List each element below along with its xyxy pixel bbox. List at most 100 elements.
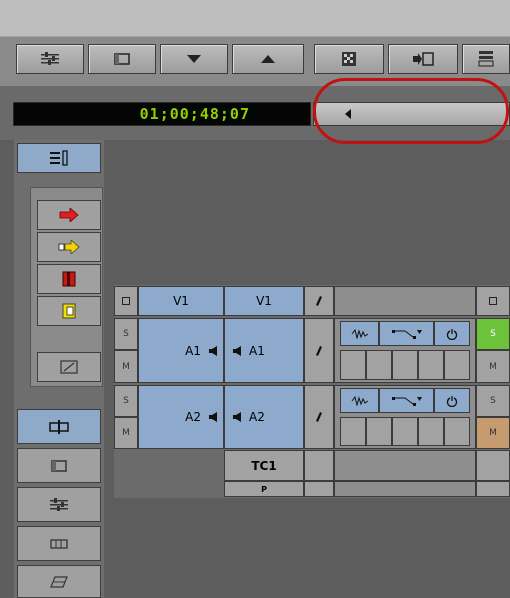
move-up-button[interactable]	[232, 44, 304, 74]
a2-pencil[interactable]	[304, 385, 334, 449]
a1-slot-2[interactable]	[366, 350, 392, 380]
a1-slot-3[interactable]	[392, 350, 418, 380]
monitor-button[interactable]	[88, 44, 156, 74]
a1-pencil[interactable]	[304, 318, 334, 383]
timecode-display[interactable]: 01;00;48;07	[13, 102, 311, 126]
segment-mode-button[interactable]	[37, 352, 101, 382]
a1-solo-right[interactable]: S	[476, 318, 510, 350]
a2-power-button[interactable]	[434, 388, 470, 413]
square-icon	[122, 297, 130, 305]
a1-source-track[interactable]: A1	[138, 318, 224, 383]
panel-toggle-icon	[50, 150, 68, 166]
filmstrip-button[interactable]	[17, 526, 101, 561]
triangle-down-icon	[187, 55, 201, 63]
yellow-arrow-icon	[58, 240, 80, 254]
pencil-icon	[316, 345, 322, 356]
insert-clip-button[interactable]	[388, 44, 458, 74]
v1-pencil[interactable]	[304, 286, 334, 316]
highlight-annotation	[313, 78, 509, 144]
a2-slot-4[interactable]	[418, 417, 444, 446]
a2-waveform-button[interactable]	[340, 388, 379, 413]
filmstrip-icon	[50, 538, 68, 549]
stack-button[interactable]	[462, 44, 510, 74]
layers-icon	[50, 575, 68, 588]
p-track-area	[334, 481, 476, 497]
a1-volume-automation-button[interactable]	[379, 321, 434, 346]
power-icon	[446, 328, 458, 340]
v1-track-area	[334, 286, 476, 316]
triangle-up-icon	[261, 55, 275, 63]
tc1-right-slot	[476, 450, 510, 481]
move-down-button[interactable]	[160, 44, 228, 74]
tc1-pencil-slot	[304, 450, 334, 481]
extract-button[interactable]	[37, 296, 101, 326]
a1-record-label: A1	[249, 343, 265, 358]
p-right-slot	[476, 481, 510, 497]
segment-icon	[60, 360, 78, 374]
audio-tool-button[interactable]	[17, 487, 101, 522]
stack-icon	[478, 51, 494, 67]
link-selection-icon	[49, 419, 69, 434]
tc1-track-area	[334, 450, 476, 481]
a2-solo-left[interactable]: S	[114, 385, 138, 417]
monitor-icon	[114, 53, 130, 65]
a1-record-track[interactable]: A1	[224, 318, 304, 383]
tc1-track[interactable]: TC1	[224, 450, 304, 481]
v1-monitor-box[interactable]	[476, 286, 510, 316]
monitor-view-button[interactable]	[17, 448, 101, 483]
p-track[interactable]: P	[224, 481, 304, 497]
a1-slot-1[interactable]	[340, 350, 366, 380]
arrow-into-box-icon	[413, 52, 434, 66]
a2-record-label: A2	[249, 410, 265, 424]
splice-in-button[interactable]	[37, 200, 101, 230]
a2-slot-3[interactable]	[392, 417, 418, 446]
power-icon	[446, 395, 458, 407]
a1-mute-right[interactable]: M	[476, 350, 510, 383]
square-icon	[489, 297, 497, 305]
render-button[interactable]	[314, 44, 384, 74]
pencil-icon	[316, 296, 322, 306]
speaker-icon	[209, 412, 217, 422]
timeline-window: 01;00;48;07 V1 V1 S M A1 A1 S M S M A2 A…	[0, 0, 510, 598]
a1-power-button[interactable]	[434, 321, 470, 346]
v1-record-track[interactable]: V1	[224, 286, 304, 316]
a2-source-track[interactable]: A2	[138, 385, 224, 449]
track-settings-button[interactable]	[16, 44, 84, 74]
a2-slot-1[interactable]	[340, 417, 366, 446]
a1-mute-left[interactable]: M	[114, 350, 138, 383]
v1-source-track[interactable]: V1	[138, 286, 224, 316]
red-arrow-icon	[59, 208, 79, 222]
a1-slot-5[interactable]	[444, 350, 470, 380]
a2-source-label: A2	[185, 410, 201, 424]
waveform-icon	[351, 328, 368, 339]
a1-waveform-button[interactable]	[340, 321, 379, 346]
monitor-icon	[51, 459, 67, 472]
pencil-icon	[316, 412, 322, 422]
a2-mute-right[interactable]: M	[476, 417, 510, 449]
v1-enable-box[interactable]	[114, 286, 138, 316]
speaker-icon	[209, 345, 217, 356]
sliders-icon	[50, 497, 68, 511]
lift-button[interactable]	[37, 264, 101, 294]
overwrite-button[interactable]	[37, 232, 101, 262]
a1-source-label: A1	[185, 343, 201, 358]
a2-solo-right[interactable]: S	[476, 385, 510, 417]
a2-slot-5[interactable]	[444, 417, 470, 446]
a2-mute-left[interactable]: M	[114, 417, 138, 449]
title-strip	[0, 0, 510, 36]
link-selection-button[interactable]	[17, 409, 101, 444]
a1-solo-left[interactable]: S	[114, 318, 138, 350]
a2-record-track[interactable]: A2	[224, 385, 304, 449]
red-clip-icon	[62, 271, 76, 287]
toggle-panel-button[interactable]	[17, 143, 101, 173]
speaker-icon	[233, 345, 241, 356]
speaker-icon	[233, 412, 241, 422]
p-pencil-slot	[304, 481, 334, 497]
a2-volume-automation-button[interactable]	[379, 388, 434, 413]
a1-slot-4[interactable]	[418, 350, 444, 380]
automation-icon	[391, 329, 422, 339]
effects-button[interactable]	[17, 565, 101, 598]
a2-slot-2[interactable]	[366, 417, 392, 446]
checker-icon	[342, 52, 356, 66]
automation-icon	[391, 396, 422, 406]
